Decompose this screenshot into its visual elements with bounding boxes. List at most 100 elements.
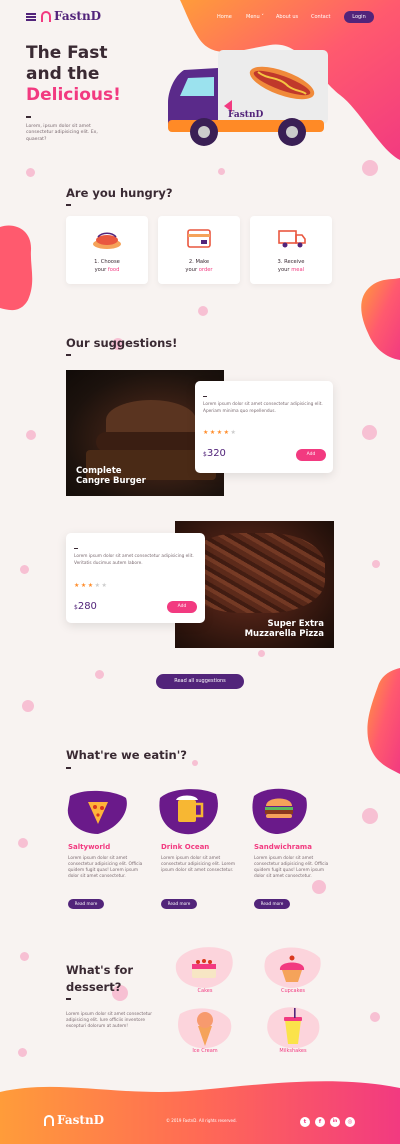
logo-icon bbox=[41, 11, 51, 22]
step-1-label: 1. Choose bbox=[94, 259, 120, 265]
milkshake-icon bbox=[267, 1007, 320, 1049]
dessert-divider bbox=[66, 998, 71, 1000]
cupcake-icon bbox=[264, 947, 321, 988]
hero-divider bbox=[26, 116, 31, 118]
pizza-add-button[interactable]: Add bbox=[167, 601, 197, 613]
burger-rating: ★★★★★ bbox=[203, 429, 238, 436]
milkshakes-item[interactable]: Milkshakes bbox=[260, 1004, 326, 1060]
step-card-1[interactable]: 1. Choose your food bbox=[66, 216, 148, 284]
decor-dot bbox=[26, 430, 36, 440]
pizza-price: $280 bbox=[74, 601, 97, 612]
decor-dot bbox=[362, 160, 378, 176]
menu-icon[interactable] bbox=[26, 13, 36, 21]
sandwichrama-read-more-button[interactable]: Read more bbox=[254, 899, 290, 909]
hero-text: Lorem, ipsum dolor sit amet consectetur … bbox=[26, 124, 98, 142]
decor-dot bbox=[362, 808, 378, 824]
decor-dot bbox=[370, 1012, 380, 1022]
facebook-icon[interactable]: f bbox=[315, 1117, 325, 1127]
pizza-name: Super Extra Muzzarella Pizza bbox=[244, 619, 324, 639]
hungry-divider bbox=[66, 204, 71, 206]
right-blob-1 bbox=[361, 278, 400, 360]
instagram-icon[interactable]: ◎ bbox=[345, 1117, 355, 1127]
decor-dot bbox=[18, 1048, 27, 1057]
cupcakes-item[interactable]: Cupcakes bbox=[260, 944, 326, 1000]
suggestions-divider bbox=[66, 354, 71, 356]
step-2-label: 2. Make bbox=[188, 259, 210, 265]
nav-home[interactable]: Home bbox=[217, 14, 232, 20]
step-2-sublabel: your order bbox=[185, 267, 213, 273]
burger-icon bbox=[252, 788, 307, 834]
step-3-label: 3. Receive bbox=[277, 259, 305, 265]
step-3-sublabel: your meal bbox=[277, 267, 305, 273]
hero-title-line3: Delicious! bbox=[26, 85, 121, 105]
cakes-label: Cakes bbox=[197, 988, 213, 994]
burger-description: Lorem ipsum dolor sit amet consectetur a… bbox=[203, 402, 323, 414]
milkshakes-label: Milkshakes bbox=[279, 1048, 307, 1054]
decor-dot bbox=[95, 670, 104, 679]
eating-title: What're we eatin'? bbox=[66, 748, 187, 762]
food-truck-illustration: FastnD bbox=[168, 50, 328, 146]
decor-dot bbox=[372, 560, 380, 568]
decor-dot bbox=[20, 952, 29, 961]
dessert-title: What's for dessert? bbox=[66, 963, 134, 994]
pizza-card: Lorem ipsum dolor sit amet consectetur a… bbox=[66, 533, 205, 623]
chevron-down-icon: ˅ bbox=[259, 14, 264, 20]
beer-mug-icon bbox=[159, 789, 218, 835]
saltyworld-title: Saltyworld bbox=[68, 843, 111, 851]
logo-icon bbox=[44, 1115, 54, 1126]
hero-title-line1: The Fast bbox=[26, 43, 108, 63]
burger-card: Lorem ipsum dolor sit amet consectetur a… bbox=[195, 381, 333, 473]
twitter-icon[interactable]: t bbox=[300, 1117, 310, 1127]
right-blob-2 bbox=[367, 668, 400, 774]
drink-ocean-read-more-button[interactable]: Read more bbox=[161, 899, 197, 909]
burger-add-button[interactable]: Add bbox=[296, 449, 326, 461]
sandwichrama-description: Lorem ipsum dolor sit amet consectetur a… bbox=[254, 856, 329, 879]
step-card-2[interactable]: 2. Make your order bbox=[158, 216, 240, 284]
read-all-suggestions-button[interactable]: Read all suggestions bbox=[156, 674, 244, 689]
footer-logo[interactable]: FastnD bbox=[44, 1113, 105, 1128]
logo[interactable]: FastnD bbox=[41, 9, 102, 24]
step-card-3[interactable]: 3. Receive your meal bbox=[250, 216, 332, 284]
ice-cream-label: Ice Cream bbox=[192, 1048, 218, 1054]
nav-contact[interactable]: Contact bbox=[311, 14, 330, 20]
card-divider bbox=[203, 396, 207, 397]
footer-logo-text: FastnD bbox=[57, 1113, 105, 1127]
saltyworld-read-more-button[interactable]: Read more bbox=[68, 899, 104, 909]
eating-divider bbox=[66, 767, 71, 769]
hero-title-line2: and the bbox=[26, 64, 100, 84]
drink-ocean-description: Lorem ipsum dolor sit amet consectetur a… bbox=[161, 856, 236, 873]
suggestions-title: Our suggestions! bbox=[66, 336, 178, 350]
decor-dot bbox=[20, 565, 29, 574]
decor-dot bbox=[198, 306, 208, 316]
nav-menu[interactable]: Menu ˅ bbox=[246, 14, 264, 20]
ice-cream-icon bbox=[178, 1008, 232, 1049]
cupcakes-label: Cupcakes bbox=[280, 988, 306, 994]
left-blob bbox=[0, 225, 33, 311]
login-button[interactable]: Login bbox=[344, 11, 374, 23]
delivery-icon bbox=[278, 230, 306, 248]
logo-text: FastnD bbox=[54, 9, 102, 23]
burger-price: $320 bbox=[203, 448, 226, 459]
food-icon bbox=[93, 232, 121, 249]
step-1-sublabel: your food bbox=[94, 267, 120, 273]
hero-title: The Fast and the Delicious! bbox=[26, 43, 176, 106]
burger-name: Complete Cangre Burger bbox=[76, 466, 146, 486]
order-icon bbox=[187, 229, 211, 248]
decor-dot bbox=[26, 168, 35, 177]
decor-dot bbox=[192, 760, 198, 766]
decor-dot bbox=[218, 168, 225, 175]
pizza-description: Lorem ipsum dolor sit amet consectetur a… bbox=[74, 554, 194, 566]
copyright: © 2019 FastnD. All rights reserved. bbox=[166, 1118, 237, 1123]
pizza-slice-icon bbox=[67, 790, 127, 834]
card-divider bbox=[74, 548, 78, 549]
cakes-item[interactable]: Cakes bbox=[172, 944, 238, 1000]
decor-dot bbox=[258, 650, 265, 657]
svg-text:FastnD: FastnD bbox=[228, 110, 263, 120]
cake-icon bbox=[175, 947, 233, 988]
pizza-rating: ★★★★★ bbox=[74, 582, 109, 589]
nav-about[interactable]: About us bbox=[276, 14, 298, 20]
sandwichrama-title: Sandwichrama bbox=[254, 843, 312, 851]
ice-cream-item[interactable]: Ice Cream bbox=[172, 1004, 238, 1060]
linkedin-icon[interactable]: in bbox=[330, 1117, 340, 1127]
decor-dot bbox=[22, 700, 34, 712]
